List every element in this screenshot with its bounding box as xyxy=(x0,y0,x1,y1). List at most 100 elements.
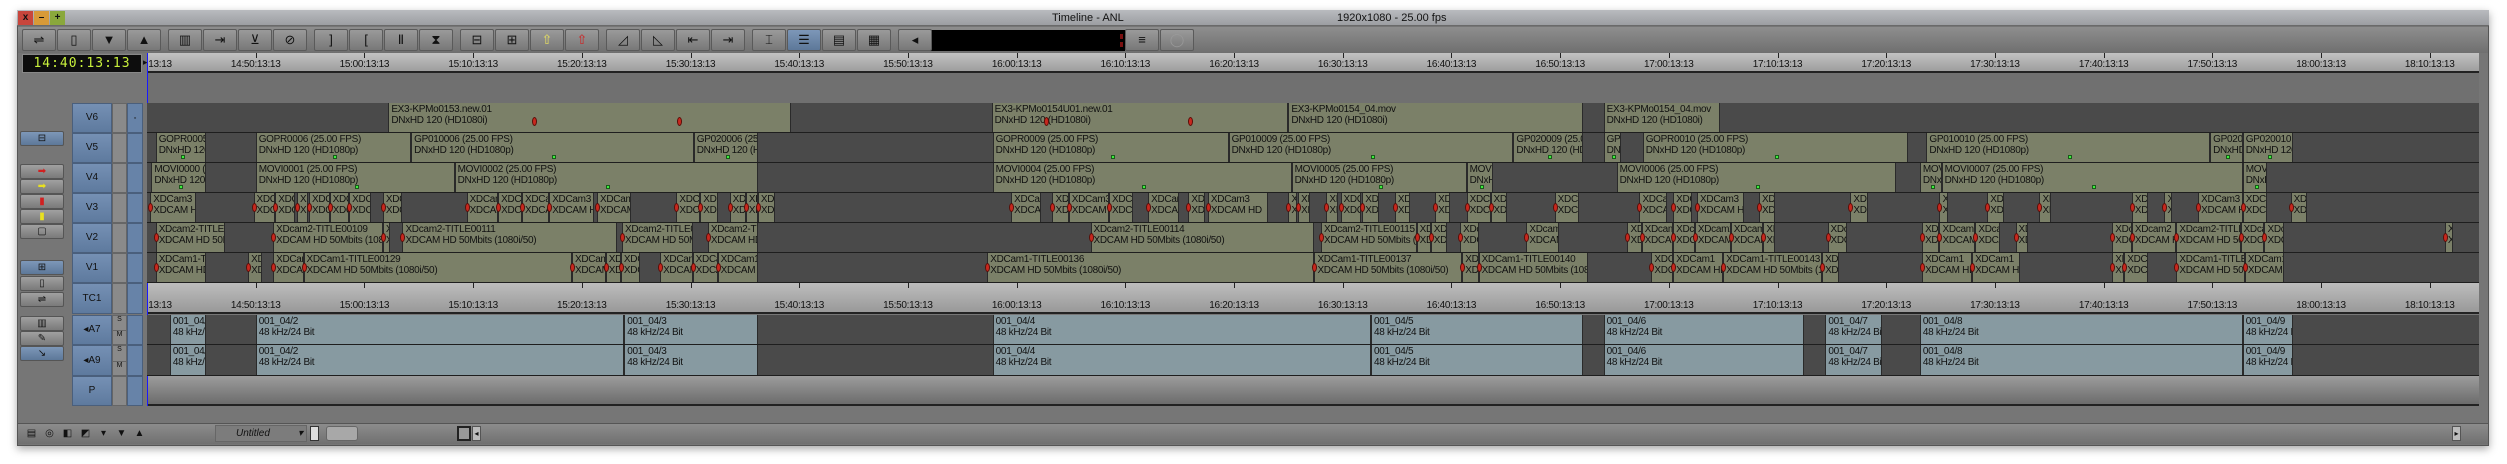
audio-clip[interactable]: 001_04/948 kHz/24 Bit xyxy=(2242,315,2293,344)
track-monitor-column[interactable] xyxy=(127,315,143,345)
track-header-v5[interactable]: V5 xyxy=(72,133,112,163)
extract-button[interactable]: ⊞ xyxy=(495,29,529,51)
track-monitor-column[interactable] xyxy=(127,223,143,253)
video-clip[interactable]: XDcam2XDCAM HD xyxy=(1526,223,1559,252)
video-clip[interactable]: XDcam2-TITLE00109XDCAM HD 50Mbits (1080i… xyxy=(273,223,383,252)
video-clip[interactable]: XDCam3XDCAM HD xyxy=(1011,193,1041,222)
audio-scrub-button[interactable]: ↘ xyxy=(20,346,64,361)
locator-marker-icon[interactable] xyxy=(355,185,360,189)
yellow-film-button[interactable]: ▮ xyxy=(20,209,64,224)
locator-marker-icon[interactable] xyxy=(2092,185,2097,189)
timeline-ruler[interactable]: 14:40:13:13 14:50:13:13 15:00:13:13 15:10:1… xyxy=(147,53,2479,73)
video-clip[interactable]: XDcam2XDCAM HD xyxy=(1730,223,1764,252)
audio-clip[interactable]: 001_04/3 48 kHz/24 Bit xyxy=(624,345,758,375)
film-button[interactable]: ▤ xyxy=(822,29,856,51)
track-header-v4[interactable]: V4 xyxy=(72,163,112,193)
zoom-slider-track[interactable] xyxy=(326,426,358,441)
video-clip[interactable]: XDCam1XDCAM HD xyxy=(572,253,606,282)
settings-icon[interactable]: ◎ xyxy=(42,425,57,442)
locator-marker-icon[interactable] xyxy=(531,117,537,126)
splice-in-button[interactable]: ⇥ xyxy=(203,29,237,51)
video-clip[interactable]: XDCam3XDCAM HD xyxy=(253,193,276,222)
audio-clip[interactable]: 001_04/948 kHz/24 Bit xyxy=(2242,345,2293,375)
video-clip[interactable]: XDCam3XDCAM HD xyxy=(498,193,522,222)
arrow-up-icon[interactable]: ▲ xyxy=(132,425,147,442)
track-header-tc1[interactable]: TC1 xyxy=(72,283,112,314)
audio-clip[interactable]: 001_04/3 48 kHz/24 Bit xyxy=(624,315,758,344)
audio-clip[interactable]: 001_04/7 48 kHz/24 Bit xyxy=(1825,345,1882,375)
trim-left-button[interactable]: ◿ xyxy=(606,29,640,51)
mute-button[interactable]: M xyxy=(113,330,126,344)
scroll-thumb[interactable] xyxy=(457,426,471,441)
box-button[interactable]: ▢ xyxy=(20,224,64,239)
video-clip[interactable]: XDCam1XDCAM HD xyxy=(2244,253,2285,282)
video-clip[interactable]: XDcam2-TITLE00112XDCAM HD 50Mbits (1080i… xyxy=(622,223,693,252)
audio-clip[interactable]: 001_04/5 48 kHz/24 Bit xyxy=(1370,345,1583,375)
zoom-slider-handle[interactable] xyxy=(310,426,319,441)
track-lock-column[interactable] xyxy=(112,253,127,283)
video-clip[interactable]: XDCam3XDCAM HD xyxy=(1068,193,1109,222)
video-clip[interactable]: XDCam3XDCAM HD xyxy=(2242,193,2267,222)
video-clip[interactable]: XDCam1XDCAM HD xyxy=(273,253,304,282)
track-header-v1[interactable]: V1 xyxy=(72,253,112,283)
extract-red-button[interactable]: ⇧ xyxy=(565,29,599,51)
video-clip[interactable]: XDCam1XDCAM HD xyxy=(1651,253,1674,282)
track-lock-column[interactable]: SM xyxy=(112,315,127,345)
video-clip[interactable]: XDcam2-TITLE00107XDCAM HD 50Mbits (1080i… xyxy=(155,223,226,252)
video-clip[interactable]: XDcam2XDCAM HD xyxy=(1641,223,1674,252)
video-clip[interactable]: XDCam1XDCAM HD xyxy=(717,253,758,282)
audio-clip[interactable]: 001_04/7 48 kHz/24 Bit xyxy=(1825,315,1882,344)
video-clip[interactable]: XDCam3XDCAM HD xyxy=(466,193,499,222)
video-clip[interactable]: XDCam1XDCAM HD xyxy=(1673,253,1724,282)
zoom-button[interactable]: + xyxy=(50,11,65,25)
locator-marker-icon[interactable] xyxy=(180,155,185,159)
locator-marker-icon[interactable] xyxy=(1479,185,1484,189)
audio-clip[interactable]: 001_04/148 kHz/24 Bit xyxy=(169,315,206,344)
track-monitor-column[interactable] xyxy=(127,253,143,283)
video-clip[interactable]: XDCam3XDCAM HD xyxy=(150,193,196,222)
track-monitor-column[interactable] xyxy=(127,193,143,223)
audio-clip[interactable]: 001_04/8 48 kHz/24 Bit xyxy=(1919,345,2243,375)
track-lock-column[interactable] xyxy=(112,223,127,253)
video-clip[interactable]: XDCam1XDCAM HD xyxy=(1922,253,1973,282)
track-lock-column[interactable] xyxy=(112,163,127,193)
track-header-a9[interactable]: ◂A9 xyxy=(72,345,112,376)
timeline-view-button[interactable]: ☰ xyxy=(787,29,821,51)
audio-clip[interactable]: 001_04/148 kHz/24 Bit xyxy=(169,345,206,375)
track-lock-column[interactable]: SM xyxy=(112,345,127,376)
scroll-left-icon[interactable]: ◂ xyxy=(472,426,481,441)
scroll-right-icon[interactable]: ▸ xyxy=(2452,426,2461,441)
video-clip[interactable]: XDCam3XDCAM HD xyxy=(308,193,330,222)
track-lock-column[interactable] xyxy=(112,283,127,314)
audio-clip[interactable]: 001_04/6 48 kHz/24 Bit xyxy=(1603,315,1804,344)
video-clip[interactable]: EX3-KPMo0154_04.mov DNxHD 120 (HD1080i) xyxy=(1603,103,1720,132)
locator-marker-icon[interactable] xyxy=(1370,155,1375,159)
video-clip[interactable]: XDCam3XDCAM HD xyxy=(597,193,631,222)
close-button[interactable]: x xyxy=(18,11,33,25)
locator-marker-icon[interactable] xyxy=(2068,155,2073,159)
locator-marker-icon[interactable] xyxy=(1142,185,1147,189)
list-button[interactable]: ▦ xyxy=(857,29,891,51)
no-entry-button[interactable]: ⊘ xyxy=(273,29,307,51)
trim-right-button[interactable]: ◺ xyxy=(641,29,675,51)
video-clip[interactable]: XDcam2-TITLE00115XDCAM HD 50Mbits (1080i… xyxy=(1320,223,1417,252)
video-clip[interactable]: XDCam3XDCAM HD xyxy=(522,193,550,222)
track-header-v6[interactable]: V6 xyxy=(72,103,112,133)
locator-marker-icon[interactable] xyxy=(1756,185,1761,189)
video-clip[interactable]: EX3-KPMo0153.new.01 DNxHD 120 (HD1080i) xyxy=(388,103,791,132)
video-clip[interactable]: XDCam1-TITLE00129 XDCAM HD 50Mbits (1080i… xyxy=(303,253,572,282)
video-clip[interactable]: XDCam3XDCAM HD xyxy=(1697,193,1744,222)
video-clip[interactable]: XDcam2XDCAM HD xyxy=(1694,223,1731,252)
locator-marker-icon[interactable] xyxy=(1379,185,1384,189)
locator-marker-icon[interactable] xyxy=(178,185,183,189)
track-header-v2[interactable]: V2 xyxy=(72,223,112,253)
meter-options-button[interactable]: ≡ xyxy=(1125,29,1159,51)
video-clip[interactable]: XDCam1XDCAM HD xyxy=(1972,253,2020,282)
audio-clip[interactable]: 001_04/8 48 kHz/24 Bit xyxy=(1919,315,2243,344)
track-monitor-column[interactable] xyxy=(127,345,143,376)
locator-marker-icon[interactable] xyxy=(1043,117,1049,126)
video-clip[interactable]: XDCam3XDCAM HD xyxy=(275,193,295,222)
timeline-menu-icon[interactable]: ▤ xyxy=(24,425,39,442)
overwrite-button[interactable]: ⊻ xyxy=(238,29,272,51)
video-clip[interactable]: XDcam2XDCAM HD xyxy=(1939,223,1976,252)
